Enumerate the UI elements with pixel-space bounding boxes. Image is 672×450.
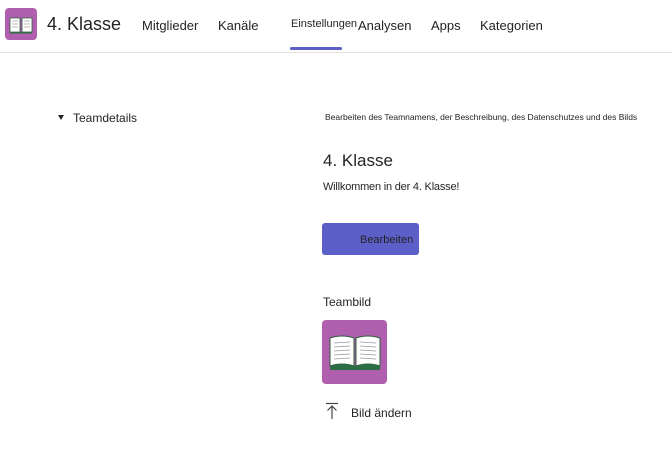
team-avatar[interactable] xyxy=(5,8,37,40)
team-picture xyxy=(322,320,387,384)
book-icon xyxy=(9,17,33,34)
teamdetails-label: Teamdetails xyxy=(73,111,138,125)
tab-einstellungen[interactable]: Einstellungen xyxy=(291,18,357,30)
team-welcome-text: Willkommen in der 4. Klasse! xyxy=(323,181,460,193)
edit-button-label: Bearbeiten xyxy=(360,234,414,246)
change-picture-label: Bild ändern xyxy=(351,406,412,420)
active-tab-indicator xyxy=(290,47,342,50)
tab-kanaele[interactable]: Kanäle xyxy=(218,18,258,33)
teamdetails-description: Bearbeiten des Teamnamens, der Beschreib… xyxy=(325,112,638,122)
tab-analysen[interactable]: Analysen xyxy=(358,18,411,33)
teambild-label: Teambild xyxy=(323,295,372,309)
tab-kategorien[interactable]: Kategorien xyxy=(480,18,543,33)
team-title: 4. Klasse xyxy=(323,151,393,170)
team-header: 4. Klasse Mitglieder Kanäle Einstellunge… xyxy=(0,0,672,53)
teamdetails-toggle[interactable]: Teamdetails xyxy=(58,111,137,125)
upload-icon xyxy=(326,402,338,419)
edit-button[interactable]: Bearbeiten xyxy=(322,223,419,255)
caret-down-icon xyxy=(58,114,64,120)
change-picture-button[interactable]: Bild ändern xyxy=(325,401,412,420)
book-icon xyxy=(329,335,380,370)
team-name: 4. Klasse xyxy=(47,14,122,34)
tab-mitglieder[interactable]: Mitglieder xyxy=(142,18,198,33)
tab-apps[interactable]: Apps xyxy=(431,18,461,33)
